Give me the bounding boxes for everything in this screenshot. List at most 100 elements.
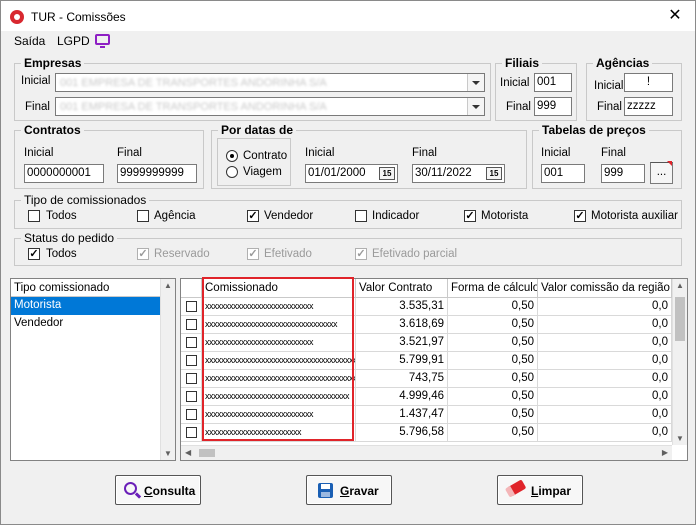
row-checkbox[interactable]: [186, 373, 197, 384]
chevron-down-icon[interactable]: [467, 98, 484, 115]
row-checkbox[interactable]: [186, 301, 197, 312]
checkbox-todos-tipo-label[interactable]: Todos: [46, 210, 77, 222]
list-vertical-scrollbar[interactable]: ▲ ▼: [160, 279, 175, 460]
scroll-left-icon[interactable]: ◀: [185, 448, 191, 457]
checkbox-todos-tipo[interactable]: [28, 210, 40, 222]
row-checkbox-cell: [181, 388, 202, 406]
column-header-valor-contrato[interactable]: Valor Contrato: [356, 279, 448, 298]
filial-inicial-input[interactable]: 001: [534, 73, 572, 92]
comissoes-grid[interactable]: Comissionado Valor Contrato Forma de cál…: [180, 278, 688, 461]
grid-horizontal-scrollbar[interactable]: ◀ ▶: [181, 445, 672, 460]
contrato-inicial-input[interactable]: 0000000001: [24, 164, 104, 183]
tabela-final-input[interactable]: 999: [601, 164, 645, 183]
row-checkbox-cell: [181, 370, 202, 388]
checkbox-indicador[interactable]: [355, 210, 367, 222]
column-header-valor-comissao-regiao[interactable]: Valor comissão da região: [538, 279, 672, 298]
contratos-inicial-label: Inicial: [24, 147, 54, 159]
checkbox-reservado-label: Reservado: [154, 248, 210, 260]
cell-comissionado: xxxxxxxxxxxxxxxxxxxxxxxxxxxxxxxxxxxxxxxx…: [202, 370, 356, 388]
scroll-up-icon[interactable]: ▲: [164, 281, 172, 290]
cell-forma-calculo: 0,50: [448, 316, 538, 334]
checkbox-indicador-label[interactable]: Indicador: [372, 210, 419, 222]
cell-valor-contrato: 3.521,97: [356, 334, 448, 352]
checkbox-motorista-label[interactable]: Motorista: [481, 210, 528, 222]
lookup-flag-icon: [667, 161, 672, 166]
scroll-down-icon[interactable]: ▼: [676, 434, 684, 443]
monitor-icon[interactable]: [95, 34, 110, 48]
list-item-vendedor[interactable]: Vendedor: [11, 315, 161, 333]
tipo-comissionado-list[interactable]: Tipo comissionado Motorista Vendedor ▲ ▼: [10, 278, 176, 461]
row-checkbox[interactable]: [186, 409, 197, 420]
radio-viagem[interactable]: [226, 166, 238, 178]
gravar-button[interactable]: Gravar: [306, 475, 392, 505]
scroll-down-icon[interactable]: ▼: [164, 449, 172, 458]
radio-viagem-label[interactable]: Viagem: [243, 166, 282, 178]
checkbox-vendedor-label[interactable]: Vendedor: [264, 210, 313, 222]
checkbox-motorista[interactable]: ✓: [464, 210, 476, 222]
scroll-thumb[interactable]: [675, 297, 685, 341]
limpar-button[interactable]: Limpar: [497, 475, 583, 505]
calendar-icon[interactable]: 15: [379, 167, 395, 180]
row-checkbox[interactable]: [186, 337, 197, 348]
scroll-up-icon[interactable]: ▲: [676, 281, 684, 290]
cell-comissionado: xxxxxxxxxxxxxxxxxxxxxxxxxxxxxxxxxxxx: [202, 388, 356, 406]
cell-valor-contrato: 5.796,58: [356, 424, 448, 442]
checkbox-todos-status-label[interactable]: Todos: [46, 248, 77, 260]
row-checkbox[interactable]: [186, 427, 197, 438]
column-header-comissionado[interactable]: Comissionado: [202, 279, 356, 298]
empresa-inicial-value: 001 EMPRESA DE TRANSPORTES ANDORINHA S/A: [60, 77, 327, 89]
menu-item-lgpd[interactable]: LGPD: [57, 34, 90, 48]
tipo-comissionados-group: Tipo de comissionados Todos Agência ✓ Ve…: [14, 193, 682, 229]
chevron-down-icon[interactable]: [467, 74, 484, 91]
data-final-value: 30/11/2022: [415, 167, 472, 179]
cell-forma-calculo: 0,50: [448, 388, 538, 406]
agencia-final-input[interactable]: zzzzz: [624, 97, 673, 116]
checkbox-motorista-auxiliar[interactable]: ✓: [574, 210, 586, 222]
consulta-accel: C: [144, 484, 153, 498]
checkbox-todos-status[interactable]: ✓: [28, 248, 40, 260]
scroll-thumb[interactable]: [199, 449, 215, 457]
title-bar[interactable]: TUR - Comissões ✕: [1, 1, 695, 31]
radio-contrato-label[interactable]: Contrato: [243, 150, 287, 162]
status-pedido-group: Status do pedido ✓ Todos ✓ Reservado ✓ E…: [14, 231, 682, 266]
empresa-final-combo[interactable]: 001 EMPRESA DE TRANSPORTES ANDORINHA S/A: [55, 97, 485, 116]
contrato-final-input[interactable]: 9999999999: [117, 164, 197, 183]
scroll-right-icon[interactable]: ▶: [662, 448, 668, 457]
menu-item-saida[interactable]: Saída: [14, 34, 45, 48]
tabela-inicial-input[interactable]: 001: [541, 164, 585, 183]
row-checkbox-cell: [181, 298, 202, 316]
row-checkbox[interactable]: [186, 355, 197, 366]
filial-final-input[interactable]: 999: [534, 97, 572, 116]
consulta-button[interactable]: Consulta: [115, 475, 201, 505]
checkbox-agencia-label[interactable]: Agência: [154, 210, 196, 222]
cell-comissionado: xxxxxxxxxxxxxxxxxxxxxxxx: [202, 424, 356, 442]
calendar-icon[interactable]: 15: [486, 167, 502, 180]
agencias-legend: Agências: [593, 56, 653, 70]
data-inicial-input[interactable]: 01/01/2000 15: [305, 164, 398, 183]
close-icon: ✕: [668, 7, 682, 24]
checkbox-efetivado-parcial-label: Efetivado parcial: [372, 248, 458, 260]
close-button[interactable]: ✕: [661, 5, 689, 27]
empresa-inicial-combo[interactable]: 001 EMPRESA DE TRANSPORTES ANDORINHA S/A: [55, 73, 485, 92]
checkbox-motorista-auxiliar-label[interactable]: Motorista auxiliar: [591, 210, 678, 222]
row-checkbox[interactable]: [186, 391, 197, 402]
cell-valor-contrato: 5.799,91: [356, 352, 448, 370]
agencia-inicial-input[interactable]: !: [624, 73, 673, 92]
cell-valor-comissao-regiao: 0,0: [538, 352, 672, 370]
radio-contrato[interactable]: [226, 150, 238, 162]
list-item-motorista[interactable]: Motorista: [11, 297, 161, 315]
cell-valor-contrato: 4.999,46: [356, 388, 448, 406]
row-checkbox[interactable]: [186, 319, 197, 330]
gravar-accel: G: [340, 484, 350, 498]
data-final-input[interactable]: 30/11/2022 15: [412, 164, 505, 183]
column-header-forma-calculo[interactable]: Forma de cálculo: [448, 279, 538, 298]
empresas-group: Empresas Inicial 001 EMPRESA DE TRANSPOR…: [14, 56, 491, 121]
window-title: TUR - Comissões: [31, 10, 126, 24]
eraser-icon: [506, 479, 527, 497]
cell-forma-calculo: 0,50: [448, 352, 538, 370]
cell-forma-calculo: 0,50: [448, 406, 538, 424]
cell-valor-comissao-regiao: 0,0: [538, 388, 672, 406]
checkbox-agencia[interactable]: [137, 210, 149, 222]
grid-vertical-scrollbar[interactable]: ▲ ▼: [672, 279, 687, 445]
checkbox-vendedor[interactable]: ✓: [247, 210, 259, 222]
